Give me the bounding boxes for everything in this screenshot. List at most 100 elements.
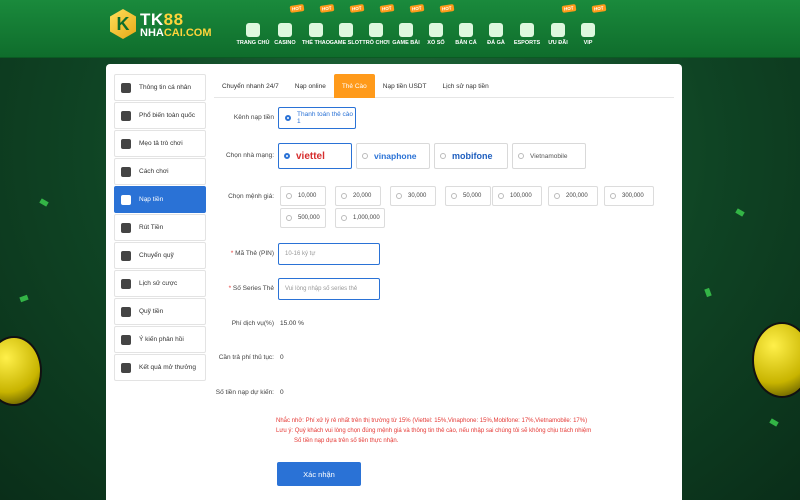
nav-label: GAME SLOT [329,40,363,46]
amount-value: 30,000 [408,193,427,199]
vip-crown-icon [581,23,595,37]
sidebar-item-funds[interactable]: Quỹ tiền [114,298,206,325]
sidebar-item-withdraw[interactable]: Rút Tiền [114,214,206,241]
fee-value: 15.00 % [280,320,304,327]
radio-unchecked [451,193,457,199]
amount-option[interactable]: 300,000 [604,186,654,206]
channel-label: Kênh nạp tiền [233,114,274,121]
nav-label: GAME BÀI [392,40,420,46]
sidebar-item-label: Thông tin cá nhân [139,84,192,91]
sidebar-item-bet-history[interactable]: Lịch sử cược [114,270,206,297]
amount-option[interactable]: 1,000,000 [335,208,385,228]
sidebar-item-feedback[interactable]: Ý kiến phản hồi [114,326,206,353]
pin-input[interactable]: 10-16 ký tự [278,243,380,265]
nav-xo-so[interactable]: HOT XỔ SỐ [421,4,454,52]
carrier-name: viettel [296,150,325,162]
lottery-icon [429,23,443,37]
nav-the-thao[interactable]: HOT THỂ THAO [301,4,334,52]
amount-value: 10,000 [298,193,317,199]
sidebar-item-label: Chuyển quỹ [139,252,174,259]
sport-icon [309,23,323,37]
expected-amount-label: Số tiền nạp dự kiến: [215,389,274,396]
main-nav: TRANG CHỦ HOT CASINO HOT THỂ THAO HOT GAME … [237,4,606,52]
sidebar-item-how-to-play[interactable]: Cách chơi [114,158,206,185]
radio-unchecked [286,193,292,199]
tab-fast-transfer[interactable]: Chuyển nhanh 24/7 [214,74,287,98]
nav-ban-ca[interactable]: BẮN CÁ [451,8,481,52]
pin-label: * Mã Thẻ (PIN) [230,250,274,257]
sidebar-item-results[interactable]: Kết quả mở thưởng [114,354,206,381]
decor-confetti [735,208,745,217]
amount-option[interactable]: 200,000 [548,186,598,206]
amount-option[interactable]: 10,000 [280,186,326,206]
radio-unchecked [341,193,347,199]
amount-option[interactable]: 20,000 [335,186,381,206]
nav-label: VIP [583,40,593,46]
amount-option[interactable]: 30,000 [390,186,436,206]
decor-ball-left [0,336,42,406]
radio-checked [285,115,291,121]
nav-da-ga[interactable]: ĐÁ GÀ [481,8,511,52]
sidebar-item-announcements[interactable]: Phổ biến toàn quốc [114,102,206,129]
amount-option[interactable]: 100,000 [492,186,542,206]
casino-icon [278,23,292,37]
sidebar-item-label: Ý kiến phản hồi [139,336,184,343]
chess-icon [369,23,383,37]
nav-game-bai[interactable]: HOT GAME BÀI [391,4,424,52]
channel-option[interactable]: Thanh toán thẻ cào 1 [278,107,356,129]
amount-option[interactable]: 500,000 [280,208,326,228]
radio-unchecked [610,193,616,199]
nav-label: ƯU ĐÃI [548,40,568,46]
note-line: Nhắc nhở: Phí xử lý rẻ nhất trên thị trư… [276,418,588,424]
nav-tro-choi[interactable]: HOT TRÒ CHƠI [361,4,394,52]
radio-unchecked [518,153,524,159]
nav-trang-chu[interactable]: TRANG CHỦ [237,8,270,52]
tab-scratch-card[interactable]: Thẻ Cào [333,74,375,98]
nav-vip[interactable]: HOT VIP [573,4,606,52]
gift-icon [551,23,565,37]
carrier-vinaphone[interactable]: vinaphone [356,143,430,169]
nav-label: ESPORTS [513,40,541,46]
amount-value: 500,000 [298,215,320,221]
sidebar-item-deposit[interactable]: Nạp tiền [114,186,206,213]
decor-ball-right [752,322,800,398]
sidebar-item-transfer[interactable]: Chuyển quỹ [114,242,206,269]
slot-icon [339,23,353,37]
amount-option[interactable]: 50,000 [445,186,491,206]
tab-online[interactable]: Nạp online [287,74,334,98]
deposit-notes: Nhắc nhở: Phí xử lý rẻ nhất trên thị trư… [276,416,591,446]
carrier-vietnamobile[interactable]: Vietnamobile [512,143,586,169]
carrier-viettel[interactable]: viettel [278,143,352,169]
sidebar-item-label: Cách chơi [139,168,169,175]
site-header: K TK88 NHACAI.COM TRANG CHỦ HOT CASINO HO… [0,0,800,58]
rooster-icon [489,23,503,37]
site-logo[interactable]: K TK88 NHACAI.COM [110,9,230,43]
sidebar-item-profile[interactable]: Thông tin cá nhân [114,74,206,101]
amount-value: 300,000 [622,193,644,199]
account-sidebar: Thông tin cá nhân Phổ biến toàn quốc Mẹo… [114,74,206,382]
fee-pay-label: Cần trả phí thủ tục: [218,354,274,361]
serial-input[interactable]: Vui lòng nhập số series thẻ [278,278,380,300]
nav-label: BẮN CÁ [455,40,477,46]
hot-badge: HOT [591,4,606,13]
radio-unchecked [498,193,504,199]
sidebar-item-game-tips[interactable]: Mẹo tả trò chơi [114,130,206,157]
decor-confetti [769,418,779,427]
wallet-icon [121,222,131,233]
nav-esports[interactable]: ESPORTS [511,8,543,52]
radio-unchecked [440,153,446,159]
sidebar-item-label: Rút Tiền [139,224,164,231]
carrier-name: vinaphone [374,151,417,161]
nav-game-slot[interactable]: HOT GAME SLOT [329,4,364,52]
tab-usdt[interactable]: Nạp tiền USDT [375,74,435,98]
cards-icon [399,23,413,37]
gamepad-icon [520,23,534,37]
nav-uu-dai[interactable]: HOT ƯU ĐÃI [543,4,576,52]
tab-deposit-history[interactable]: Lịch sử nạp tiền [434,74,496,98]
fish-icon [459,23,473,37]
confirm-button[interactable]: Xác nhận [277,462,361,486]
carrier-mobifone[interactable]: mobifone [434,143,508,169]
channel-option-label: Thanh toán thẻ cào 1 [297,111,354,125]
nav-casino[interactable]: HOT CASINO [269,4,304,52]
amount-label: Chọn mệnh giá: [228,193,274,200]
